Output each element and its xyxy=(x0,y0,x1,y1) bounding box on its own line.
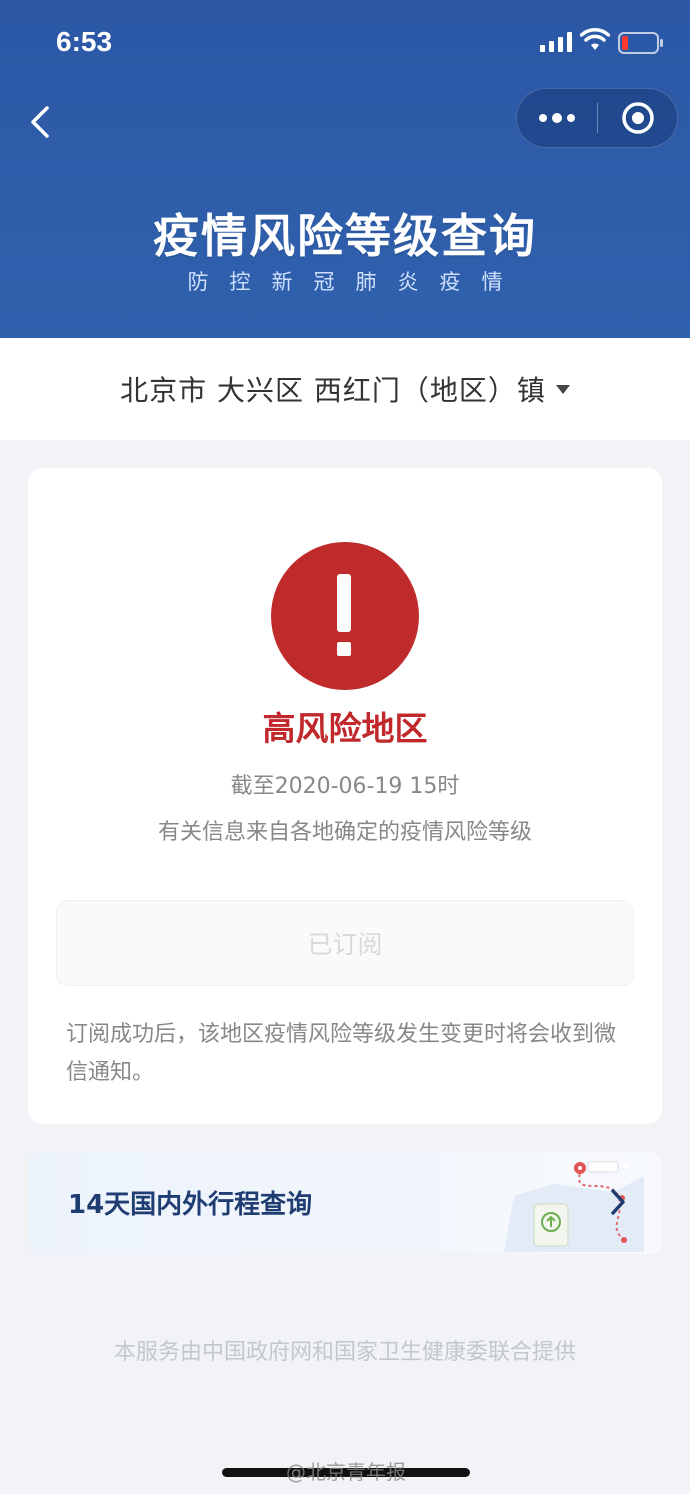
back-button[interactable] xyxy=(20,100,60,144)
back-arrow-icon xyxy=(31,106,49,138)
exclamation-bar xyxy=(337,574,351,632)
mini-program-capsule xyxy=(516,88,678,148)
risk-date: 截至2020-06-19 15时 xyxy=(230,774,460,799)
subscribe-button[interactable]: 已订阅 xyxy=(56,900,634,986)
exclamation-icon xyxy=(271,542,419,690)
page-title: 疫情风险等级查询 xyxy=(153,209,537,263)
risk-card: 高风险地区 截至2020-06-19 15时 有关信息来自各地确定的疫情风险等级… xyxy=(28,468,662,1124)
region-text: 北京市 大兴区 西红门（地区）镇 xyxy=(120,374,546,407)
watermark: @北京青年报 xyxy=(286,1460,406,1484)
chevron-right-icon xyxy=(611,1189,625,1215)
battery-icon xyxy=(618,32,663,54)
more-dots-icon xyxy=(539,113,575,123)
signal-icon xyxy=(540,32,572,52)
region-selector[interactable]: 北京市 大兴区 西红门（地区）镇 xyxy=(0,338,690,440)
status-time: 6:53 xyxy=(56,26,113,57)
itinerary-label: 14天国内外行程查询 xyxy=(68,1190,313,1220)
exclamation-dot xyxy=(337,642,351,656)
wifi-icon xyxy=(580,28,610,50)
close-button[interactable] xyxy=(598,89,678,147)
caret-down-icon xyxy=(555,384,570,394)
nav-bar xyxy=(0,88,690,152)
subscribe-note: 订阅成功后，该地区疫情风险等级发生变更时将会收到微信通知。 xyxy=(66,1022,617,1085)
more-button[interactable] xyxy=(517,89,597,147)
page-subtitle: 防控新冠肺炎疫情 xyxy=(187,270,524,294)
target-close-icon xyxy=(622,102,654,134)
risk-level: 高风险地区 xyxy=(262,709,428,748)
footer-note: 本服务由中国政府网和国家卫生健康委联合提供 xyxy=(113,1340,576,1365)
status-bar: 6:53 xyxy=(0,0,690,88)
itinerary-query-card[interactable]: 14天国内外行程查询 xyxy=(28,1152,662,1254)
header: 6:53 疫情风险等级查询 防控新冠肺炎疫情 xyxy=(0,0,690,338)
risk-source: 有关信息来自各地确定的疫情风险等级 xyxy=(157,820,532,845)
